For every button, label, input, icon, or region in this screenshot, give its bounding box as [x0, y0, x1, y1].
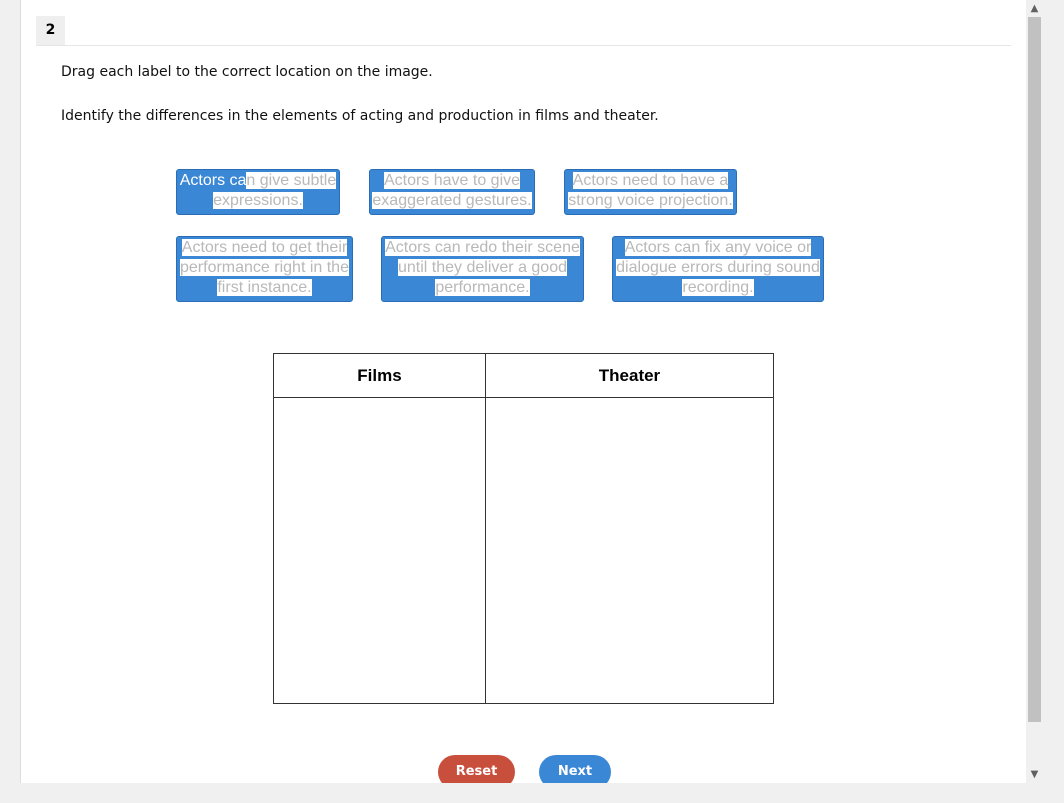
label-text-line2: until they deliver a good	[398, 259, 567, 276]
bottom-edge	[0, 783, 1064, 803]
label-tile-exaggerated-gestures[interactable]: Actors have to give exaggerated gestures…	[369, 169, 535, 215]
label-tile-redo-scene[interactable]: Actors can redo their scene until they d…	[381, 236, 584, 302]
label-text-line2: expressions.	[213, 192, 303, 209]
scroll-down-icon[interactable]: ▼	[1026, 766, 1043, 783]
label-text-lead: Actors ca	[179, 172, 247, 189]
question-panel: 2 Drag each label to the correct locatio…	[20, 0, 1027, 783]
theater-column-header: Theater	[484, 353, 775, 398]
reset-button[interactable]: Reset	[438, 755, 515, 783]
label-text-line2: exaggerated gestures.	[372, 192, 532, 209]
question-number: 2	[36, 16, 65, 45]
question-header: 2	[36, 16, 1011, 46]
films-column-header: Films	[273, 353, 486, 398]
label-tile-first-instance[interactable]: Actors need to get their performance rig…	[176, 236, 353, 302]
instruction-drag: Drag each label to the correct location …	[61, 64, 433, 80]
label-text-line2: performance right in the	[180, 259, 349, 276]
label-text-rest: n give subtle	[246, 172, 337, 189]
label-text-line2: strong voice projection.	[568, 192, 733, 209]
label-tile-fix-voice[interactable]: Actors can fix any voice or dialogue err…	[612, 236, 824, 302]
label-text-line3: first instance.	[217, 279, 312, 296]
sorting-table: Films Theater	[273, 353, 775, 704]
vertical-scrollbar[interactable]: ▲ ▼	[1026, 0, 1043, 783]
label-text-line1: Actors can redo their scene	[385, 239, 580, 256]
theater-drop-zone[interactable]	[484, 397, 775, 704]
label-text-line1: Actors need to get their	[181, 239, 348, 256]
films-drop-zone[interactable]	[273, 397, 486, 704]
next-button[interactable]: Next	[539, 755, 611, 783]
label-text-line2: dialogue errors during sound	[616, 259, 820, 276]
scroll-thumb[interactable]	[1028, 17, 1041, 722]
label-text-line1: Actors need to have a	[572, 172, 729, 189]
label-tile-subtle-expressions[interactable]: Actors can give subtle expressions.	[176, 169, 340, 215]
label-text-line3: performance.	[435, 279, 530, 296]
label-text-line3: recording.	[682, 279, 754, 296]
label-tile-voice-projection[interactable]: Actors need to have a strong voice proje…	[564, 169, 737, 215]
instruction-identify: Identify the differences in the elements…	[61, 108, 659, 124]
label-text-line1: Actors can fix any voice or	[624, 239, 812, 256]
scroll-up-icon[interactable]: ▲	[1026, 0, 1043, 17]
label-text-line1: Actors have to give	[383, 172, 521, 189]
